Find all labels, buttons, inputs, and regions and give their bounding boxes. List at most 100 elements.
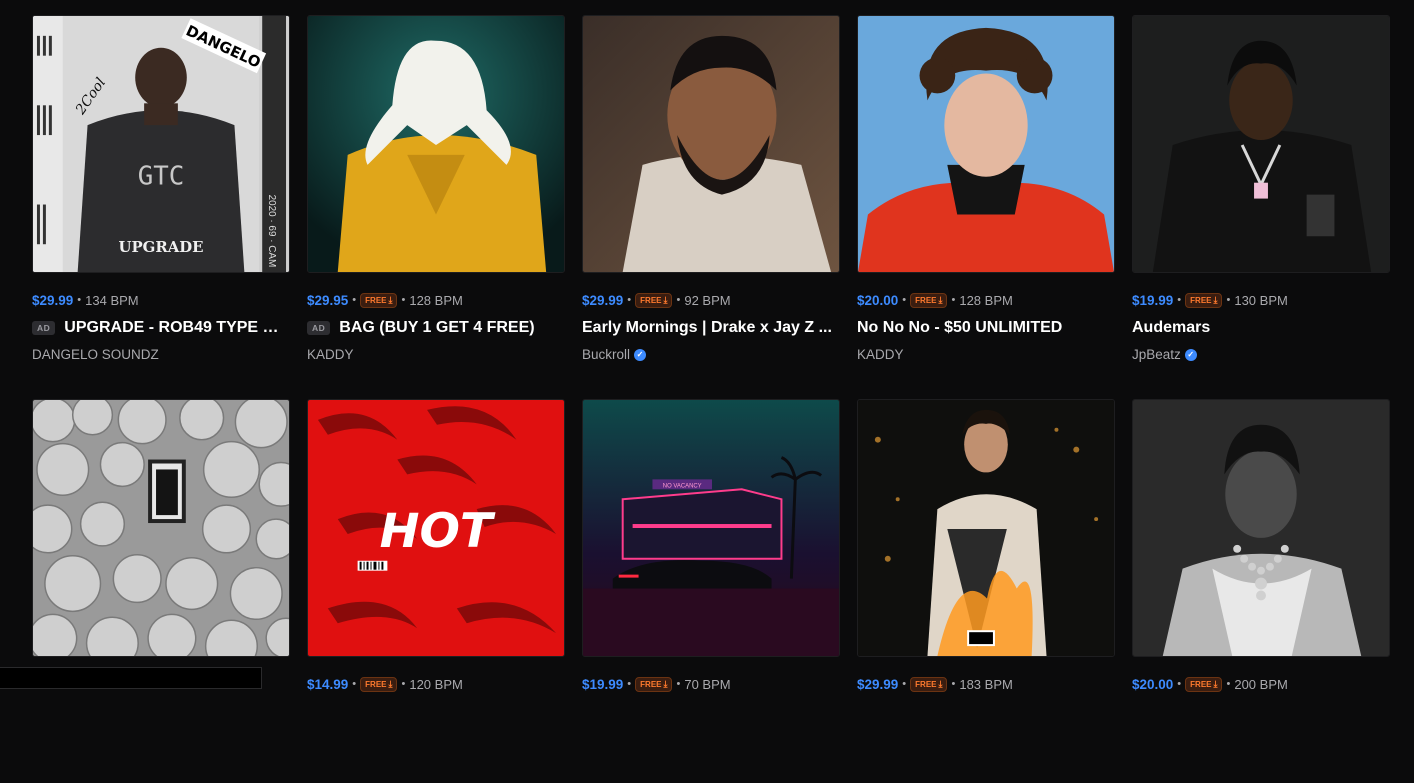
- art-text: GTC: [138, 162, 185, 192]
- title-row: AD UPGRADE - ROB49 TYPE BEAT: [32, 318, 290, 338]
- beat-card[interactable]: NO VACANCY $19.99 • FREE ⤓ • 70 BPM: [582, 399, 840, 783]
- bottom-popup: [0, 667, 262, 689]
- cover-art[interactable]: [1132, 399, 1390, 657]
- separator-dot: •: [1226, 294, 1231, 306]
- price: $29.99: [857, 676, 899, 692]
- separator-dot: •: [1177, 294, 1182, 306]
- free-download-badge[interactable]: FREE ⤓: [635, 676, 673, 692]
- free-download-badge[interactable]: FREE ⤓: [360, 292, 398, 308]
- free-download-badge[interactable]: FREE ⤓: [1185, 676, 1223, 692]
- price: $29.95: [307, 292, 349, 308]
- beat-card[interactable]: $19.99 • FREE ⤓ • 130 BPM Audemars JpBeat…: [1132, 15, 1390, 399]
- separator-dot: •: [676, 678, 681, 690]
- bpm: 128 BPM: [409, 292, 463, 308]
- download-icon: ⤓: [388, 678, 393, 689]
- art-text: HOT: [380, 504, 496, 559]
- bpm: 134 BPM: [85, 292, 139, 308]
- beat-card[interactable]: $29.95 • FREE ⤓ • 128 BPM AD BAG (BUY 1 G…: [307, 15, 565, 399]
- free-download-badge[interactable]: FREE ⤓: [1185, 292, 1223, 308]
- artist-row: KADDY: [307, 347, 565, 362]
- bpm: 128 BPM: [959, 292, 1013, 308]
- title-row: AD BAG (BUY 1 GET 4 FREE): [307, 318, 565, 338]
- beat-title[interactable]: BAG (BUY 1 GET 4 FREE): [339, 319, 534, 337]
- price: $19.99: [1132, 292, 1174, 308]
- verified-icon: ✓: [634, 348, 647, 361]
- artist-name[interactable]: KADDY: [857, 347, 904, 362]
- free-download-badge[interactable]: FREE ⤓: [360, 676, 398, 692]
- price: $20.00: [857, 292, 899, 308]
- separator-dot: •: [676, 294, 681, 306]
- free-label: FREE: [915, 295, 937, 305]
- free-download-badge[interactable]: FREE ⤓: [635, 292, 673, 308]
- ad-badge: AD: [32, 321, 56, 335]
- cover-art[interactable]: [32, 399, 290, 657]
- download-icon: ⤓: [1213, 294, 1218, 305]
- beat-card[interactable]: $29.99 • FREE ⤓ • 92 BPM Early Mornings |…: [582, 15, 840, 399]
- beat-title[interactable]: No No No - $50 UNLIMITED: [857, 319, 1062, 337]
- artist-row: KADDY: [857, 347, 1115, 362]
- beat-card[interactable]: HOT $14.99 • FREE ⤓ • 120 BPM: [307, 399, 565, 783]
- free-label: FREE: [915, 679, 937, 689]
- separator-dot: •: [951, 678, 956, 690]
- cover-art[interactable]: [1132, 15, 1390, 273]
- beat-title[interactable]: Audemars: [1132, 319, 1210, 337]
- beat-card[interactable]: $29.99 • FREE ⤓ • 183 BPM: [857, 399, 1115, 783]
- free-download-badge[interactable]: FREE ⤓: [910, 292, 948, 308]
- beat-title[interactable]: Early Mornings | Drake x Jay Z ...: [582, 319, 832, 337]
- separator-dot: •: [1226, 678, 1231, 690]
- bpm: 120 BPM: [409, 676, 463, 692]
- free-label: FREE: [365, 679, 387, 689]
- bpm: 200 BPM: [1234, 676, 1288, 692]
- cover-art[interactable]: 2020 · 69 · CAM GTC UPGRADE 2Cool DANGEL…: [32, 15, 290, 273]
- separator-dot: •: [401, 678, 406, 690]
- price: $20.00: [1132, 676, 1174, 692]
- separator-dot: •: [627, 678, 632, 690]
- price: $19.99: [582, 676, 624, 692]
- separator-dot: •: [401, 294, 406, 306]
- beat-card[interactable]: 2020 · 69 · CAM GTC UPGRADE 2Cool DANGEL…: [32, 15, 290, 399]
- artist-name[interactable]: DANGELO SOUNDZ: [32, 347, 159, 362]
- separator-dot: •: [352, 678, 357, 690]
- free-label: FREE: [1190, 295, 1212, 305]
- separator-dot: •: [77, 294, 82, 306]
- free-download-badge[interactable]: FREE ⤓: [910, 676, 948, 692]
- artist-row: DANGELO SOUNDZ: [32, 347, 290, 362]
- bpm: 130 BPM: [1234, 292, 1288, 308]
- artist-name[interactable]: Buckroll: [582, 347, 630, 362]
- download-icon: ⤓: [663, 294, 668, 305]
- art-text: UPGRADE: [118, 238, 203, 256]
- bpm: 92 BPM: [684, 292, 731, 308]
- free-label: FREE: [640, 295, 662, 305]
- card-meta: $29.99 • FREE ⤓ • 92 BPM: [582, 292, 840, 308]
- beat-title[interactable]: UPGRADE - ROB49 TYPE BEAT: [64, 319, 290, 337]
- separator-dot: •: [951, 294, 956, 306]
- title-row: Early Mornings | Drake x Jay Z ...: [582, 318, 840, 338]
- card-meta: $19.99 • FREE ⤓ • 130 BPM: [1132, 292, 1390, 308]
- cover-art[interactable]: [857, 15, 1115, 273]
- separator-dot: •: [902, 294, 907, 306]
- download-icon: ⤓: [938, 678, 943, 689]
- download-icon: ⤓: [388, 294, 393, 305]
- download-icon: ⤓: [663, 678, 668, 689]
- cover-art[interactable]: [857, 399, 1115, 657]
- beat-card[interactable]: $20.00 • FREE ⤓ • 200 BPM: [1132, 399, 1390, 783]
- beat-card[interactable]: $20.00 • FREE ⤓ • 128 BPM No No No - $50 …: [857, 15, 1115, 399]
- beat-card[interactable]: [32, 399, 290, 783]
- title-row: Audemars: [1132, 318, 1390, 338]
- card-meta: $29.95 • FREE ⤓ • 128 BPM: [307, 292, 565, 308]
- card-meta: $20.00 • FREE ⤓ • 200 BPM: [1132, 676, 1390, 692]
- cover-art[interactable]: HOT: [307, 399, 565, 657]
- artist-name[interactable]: KADDY: [307, 347, 354, 362]
- separator-dot: •: [1177, 678, 1182, 690]
- free-label: FREE: [640, 679, 662, 689]
- ad-badge: AD: [307, 321, 331, 335]
- title-row: No No No - $50 UNLIMITED: [857, 318, 1115, 338]
- artist-row: Buckroll ✓: [582, 347, 840, 362]
- free-label: FREE: [365, 295, 387, 305]
- cover-art[interactable]: NO VACANCY: [582, 399, 840, 657]
- cover-art[interactable]: [582, 15, 840, 273]
- price: $29.99: [582, 292, 624, 308]
- artist-name[interactable]: JpBeatz: [1132, 347, 1181, 362]
- cover-art[interactable]: [307, 15, 565, 273]
- bpm: 70 BPM: [684, 676, 731, 692]
